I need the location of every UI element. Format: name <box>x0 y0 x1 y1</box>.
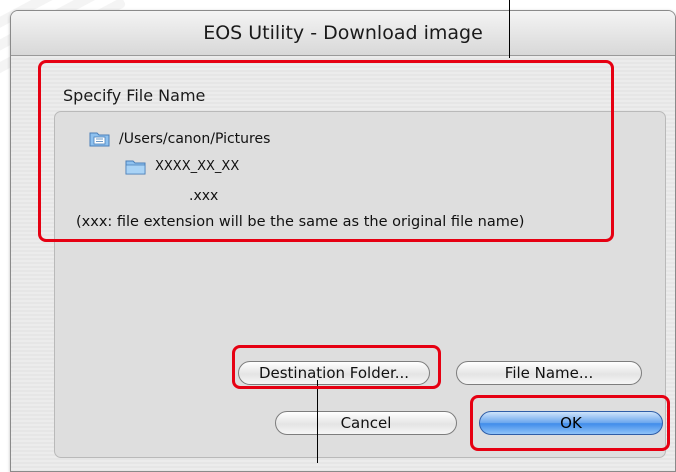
extension-row: .xxx <box>189 188 218 204</box>
annotation-leader-line <box>317 380 318 463</box>
title-bar: EOS Utility - Download image <box>11 11 675 56</box>
subfolder-name: XXXX_XX_XX <box>155 159 240 174</box>
download-image-dialog: EOS Utility - Download image Specify Fil… <box>10 10 676 472</box>
extension-note: (xxx: file extension will be the same as… <box>76 214 525 230</box>
destination-path: /Users/canon/Pictures <box>119 130 271 147</box>
subfolder-row: XXXX_XX_XX <box>125 158 239 175</box>
ok-button[interactable]: OK <box>479 411 663 435</box>
specify-file-name-label: Specify File Name <box>63 86 206 105</box>
destination-folder-button[interactable]: Destination Folder... <box>238 361 430 385</box>
destination-folder-label: Destination Folder... <box>258 364 410 382</box>
destination-path-row: /Users/canon/Pictures <box>89 130 270 147</box>
folder-icon <box>125 160 146 175</box>
folder-icon <box>89 132 110 147</box>
dialog-content: Specify File Name /Users/canon/Pictures … <box>11 56 675 471</box>
file-name-button[interactable]: File Name... <box>456 361 642 385</box>
annotation-leader-line <box>509 0 510 58</box>
window-title: EOS Utility - Download image <box>203 22 483 44</box>
file-name-label: File Name... <box>504 364 594 382</box>
ok-label: OK <box>560 414 582 432</box>
cancel-label: Cancel <box>340 414 392 432</box>
cancel-button[interactable]: Cancel <box>275 411 457 435</box>
extension-note-row: (xxx: file extension will be the same as… <box>76 214 524 230</box>
file-extension: .xxx <box>189 188 219 204</box>
